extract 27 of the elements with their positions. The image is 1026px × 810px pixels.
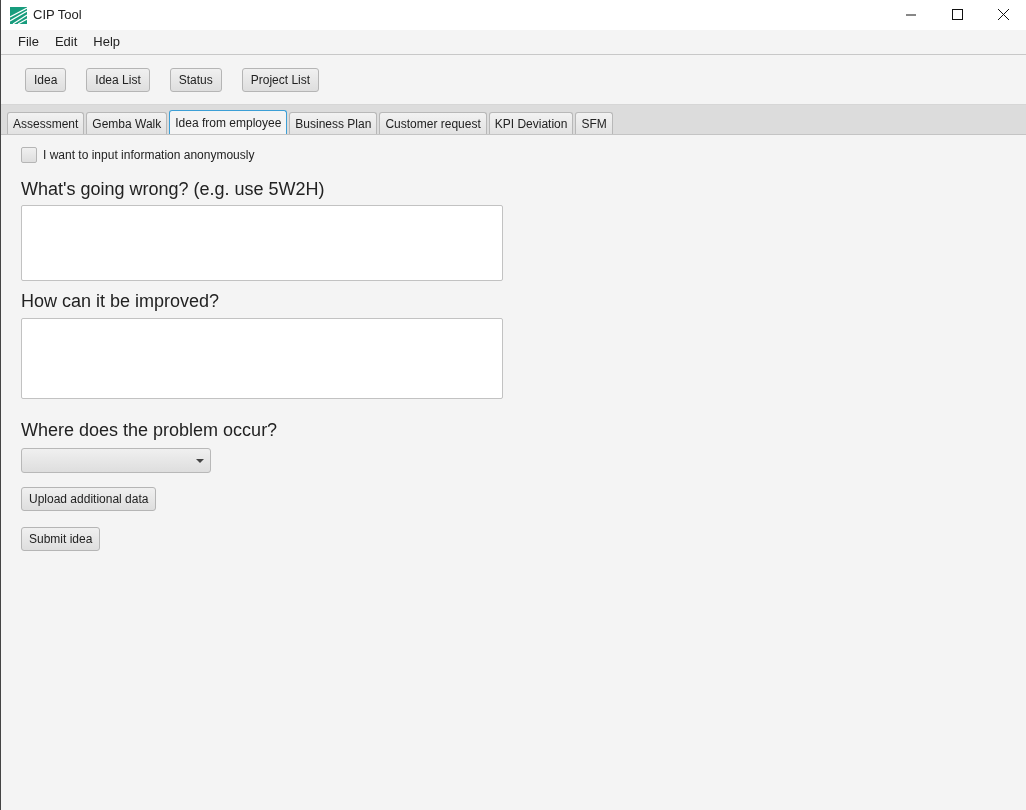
tab[interactable]: SFM <box>575 112 613 134</box>
problem-text-area[interactable] <box>21 205 503 281</box>
window-title: CIP Tool <box>33 6 82 25</box>
tab[interactable]: Business Plan <box>289 112 378 134</box>
checkbox-label: I want to input information anonymously <box>43 147 255 164</box>
field-label: How can it be improved? <box>21 290 220 312</box>
tab[interactable]: Customer request <box>379 112 487 134</box>
tab[interactable]: Assessment <box>7 112 85 134</box>
menu-item[interactable]: Help <box>85 32 129 52</box>
menu-item[interactable]: File <box>10 32 47 52</box>
field-label: What's going wrong? (e.g. use 5W2H) <box>21 178 325 200</box>
tab[interactable]: KPI Deviation <box>488 112 574 134</box>
toolbar-button[interactable]: Project List <box>241 67 320 92</box>
tab[interactable]: Idea from employee <box>169 110 288 134</box>
toolbar-button[interactable]: Idea <box>25 67 67 92</box>
caret-icon <box>196 458 204 463</box>
checkbox[interactable] <box>21 147 37 163</box>
toolbar-button[interactable]: Idea List <box>86 67 150 92</box>
field-label: Where does the problem occur? <box>21 419 278 441</box>
location-dropdown[interactable] <box>21 448 211 473</box>
upload-button[interactable]: Upload additional data <box>21 487 157 511</box>
submit-button[interactable]: Submit idea <box>21 527 101 551</box>
menu-item[interactable]: Edit <box>46 32 86 52</box>
improvement-text-area[interactable] <box>21 318 503 399</box>
app-logo-icon <box>10 6 27 24</box>
tab[interactable]: Gemba Walk <box>86 112 168 134</box>
toolbar-button[interactable]: Status <box>169 67 222 92</box>
